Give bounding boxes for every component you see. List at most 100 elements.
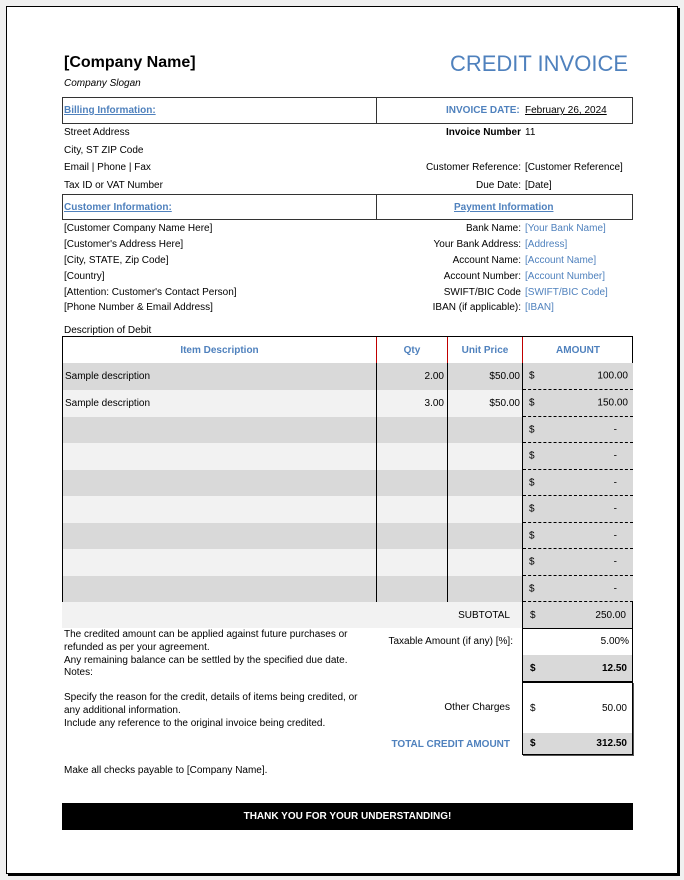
table-row: $ - (63, 549, 633, 576)
col-header-description: Item Description (63, 337, 377, 363)
total-credit-value: 312.50 (596, 738, 627, 749)
qty-cell[interactable] (377, 576, 448, 602)
currency-symbol: $ (530, 610, 536, 621)
table-row: $ - (63, 576, 633, 602)
note-text: The credited amount can be applied again… (64, 629, 348, 640)
customer-line: [Customer Company Name Here] (64, 223, 213, 234)
other-charges-label: Other Charges (444, 702, 510, 713)
qty-cell[interactable]: 2.00 (377, 363, 448, 390)
notes-label: Notes: (64, 667, 93, 678)
customer-line: [Customer's Address Here] (64, 239, 184, 250)
tax-label: Taxable Amount (if any) [%]: (388, 636, 513, 647)
payment-value[interactable]: [IBAN] (525, 302, 554, 313)
thank-you-banner: THANK YOU FOR YOUR UNDERSTANDING! (62, 803, 633, 830)
unit-price-cell[interactable] (448, 470, 523, 496)
item-description-cell[interactable] (63, 417, 377, 443)
due-date-value[interactable]: [Date] (525, 180, 552, 191)
col-header-qty: Qty (377, 337, 448, 363)
unit-price-cell[interactable]: $50.00 (448, 363, 523, 390)
other-charges-value[interactable]: 50.00 (602, 703, 627, 714)
unit-price-cell[interactable] (448, 549, 523, 576)
invoice-number-label: Invoice Number (445, 127, 521, 138)
note-text: refunded as per your agreement. (64, 642, 210, 653)
item-description-cell[interactable] (63, 443, 377, 470)
unit-price-cell[interactable]: $50.00 (448, 390, 523, 417)
unit-price-cell[interactable] (448, 496, 523, 523)
customer-line: [City, STATE, Zip Code] (64, 255, 169, 266)
amount-value: - (613, 583, 617, 594)
unit-price-cell[interactable] (448, 576, 523, 602)
amount-cell: $100.00 (523, 363, 633, 390)
unit-price-cell[interactable] (448, 523, 523, 549)
amount-value: - (613, 503, 617, 515)
table-row: $ - (63, 443, 633, 470)
col-header-unit-price: Unit Price (448, 337, 523, 363)
currency-symbol: $ (530, 703, 536, 714)
qty-cell[interactable] (377, 523, 448, 549)
billing-line: Street Address (64, 127, 130, 138)
qty-cell[interactable] (377, 443, 448, 470)
currency-symbol: $ (529, 503, 535, 515)
qty-cell[interactable] (377, 470, 448, 496)
amount-cell: $ - (523, 417, 633, 443)
table-row: $ - (63, 496, 633, 523)
table-row: $ - (63, 417, 633, 443)
customer-line: [Phone Number & Email Address] (64, 302, 213, 313)
item-description-cell[interactable]: Sample description (63, 363, 377, 390)
item-description-cell[interactable]: Sample description (63, 390, 377, 417)
subtotal-band (62, 602, 523, 628)
item-description-cell[interactable] (63, 523, 377, 549)
payment-heading[interactable]: Payment Information (454, 202, 553, 213)
amount-cell: $ - (523, 523, 633, 549)
currency-symbol: $ (529, 556, 535, 568)
currency-symbol: $ (529, 583, 535, 594)
currency-symbol: $ (529, 370, 535, 382)
billing-heading[interactable]: Billing Information: (64, 105, 156, 116)
item-description-cell[interactable] (63, 496, 377, 523)
note-text: any additional information. (64, 705, 181, 716)
qty-cell[interactable] (377, 417, 448, 443)
qty-cell[interactable] (377, 496, 448, 523)
checks-payable-note: Make all checks payable to [Company Name… (64, 765, 268, 776)
customer-heading[interactable]: Customer Information: (64, 202, 172, 213)
unit-price-cell[interactable] (448, 443, 523, 470)
payment-value[interactable]: [SWIFT/BIC Code] (525, 287, 608, 298)
currency-symbol: $ (529, 424, 535, 435)
item-description-cell[interactable] (63, 549, 377, 576)
invoice-date-value[interactable]: February 26, 2024 (525, 105, 609, 116)
table-row: $ - (63, 470, 633, 496)
currency-symbol: $ (530, 663, 536, 674)
currency-symbol: $ (529, 477, 535, 488)
payment-value[interactable]: [Your Bank Name] (525, 223, 606, 234)
currency-symbol: $ (530, 738, 536, 749)
amount-cell: $ - (523, 549, 633, 576)
payment-label: IBAN (if applicable): (432, 302, 521, 313)
thank-you-text: THANK YOU FOR YOUR UNDERSTANDING! (243, 811, 452, 822)
subtotal-cell: $ 250.00 (522, 602, 633, 628)
amount-value: - (613, 424, 617, 435)
table-caption: Description of Debit (64, 325, 152, 336)
total-credit-label: TOTAL CREDIT AMOUNT (391, 739, 510, 750)
tax-rate[interactable]: 5.00% (601, 636, 629, 647)
qty-cell[interactable]: 3.00 (377, 390, 448, 417)
invoice-number-value[interactable]: 11 (525, 127, 535, 138)
item-description-cell[interactable] (63, 576, 377, 602)
table-row: Sample description 3.00 $50.00 $150.00 (63, 390, 633, 417)
amount-value: - (613, 530, 617, 541)
payment-label: Bank Name: (465, 223, 521, 234)
amount-cell: $ - (523, 576, 633, 602)
unit-price-cell[interactable] (448, 417, 523, 443)
item-description-cell[interactable] (63, 470, 377, 496)
amount-value: - (613, 556, 617, 568)
due-date-label: Due Date: (475, 180, 521, 191)
payment-label: Account Number: (443, 271, 521, 282)
customer-line: [Country] (64, 271, 105, 282)
billing-line: Email | Phone | Fax (64, 162, 151, 173)
payment-value[interactable]: [Account Name] (525, 255, 596, 266)
customer-line: [Attention: Customer's Contact Person] (64, 287, 237, 298)
payment-value[interactable]: [Account Number] (525, 271, 605, 282)
tax-box: 5.00% $ 12.50 (522, 628, 633, 682)
qty-cell[interactable] (377, 549, 448, 576)
customer-reference-value[interactable]: [Customer Reference] (525, 162, 623, 173)
payment-value[interactable]: [Address] (525, 239, 567, 250)
